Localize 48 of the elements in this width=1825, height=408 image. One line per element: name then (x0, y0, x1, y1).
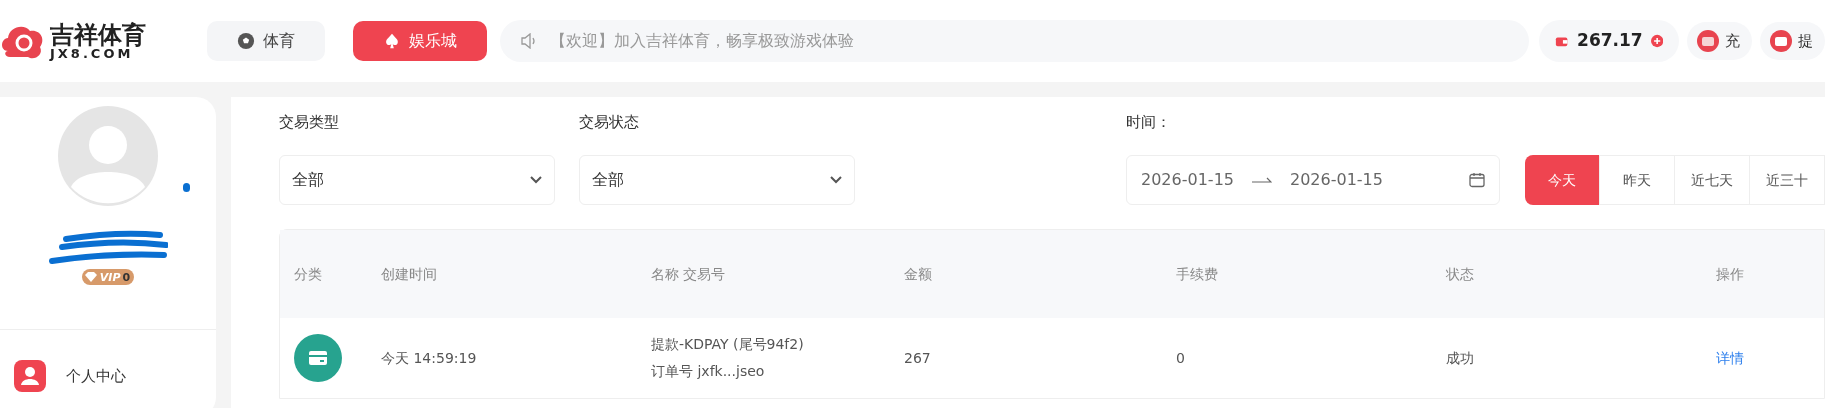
balance-amount: 267.17 (1577, 29, 1643, 53)
diamond-icon (83, 271, 98, 283)
date-preset-tab[interactable]: 今天 (1525, 155, 1600, 205)
card-icon (294, 334, 342, 382)
notice-text: 【欢迎】加入吉祥体育，畅享极致游戏体验 (549, 30, 854, 52)
column-header: 操作 (1716, 265, 1744, 282)
table-cell-text: 订单号 jxfk...jseo (651, 362, 766, 381)
column-header: 名称 交易号 (651, 265, 726, 282)
logo-title: 吉祥体育 (50, 22, 146, 47)
chevron-down-icon (830, 176, 842, 184)
date-preset-tab[interactable]: 昨天 (1600, 155, 1675, 205)
date-preset-tab[interactable]: 近七天 (1675, 155, 1750, 205)
filter-label: 交易状态 (579, 112, 640, 131)
filter-label: 交易类型 (279, 112, 340, 131)
column-header: 创建时间 (381, 265, 437, 282)
table-cell-text: 提款-KDPAY (尾号94f2) (651, 335, 805, 354)
chevron-down-icon (530, 176, 542, 184)
speaker-icon (519, 33, 538, 49)
wallet-icon (1770, 30, 1792, 52)
details-link[interactable]: 详情 (1716, 349, 1744, 366)
filter-label: 时间： (1126, 112, 1172, 131)
type-select[interactable]: 全部 (279, 155, 555, 205)
wallet-icon (1555, 34, 1570, 48)
table-cell: 0 (1176, 349, 1185, 366)
date-preset-tab[interactable]: 近三十 (1750, 155, 1825, 205)
nav-tab[interactable]: 体育 (206, 21, 325, 61)
deposit-button[interactable]: 充 (1687, 22, 1752, 60)
calendar-icon (1469, 172, 1485, 188)
table-cell: 267 (904, 349, 931, 366)
logo-subtitle: JX8.COM (50, 46, 134, 60)
person-icon (14, 360, 46, 392)
date-range-field[interactable]: 2026-01-15 2026-01-15 (1126, 155, 1500, 205)
nav-tab[interactable]: 娱乐城 (352, 21, 487, 61)
column-header: 手续费 (1176, 265, 1218, 282)
column-header: 状态 (1446, 265, 1474, 282)
wallet-icon (1697, 30, 1719, 52)
vip-level: 0 (122, 271, 131, 283)
vip-label: VIP (99, 271, 121, 283)
table-cell: 今天 14:59:19 (381, 349, 477, 366)
soccer-ball-icon (236, 32, 255, 50)
withdraw-button[interactable]: 提 (1760, 22, 1825, 60)
table-cell: 成功 (1446, 349, 1474, 366)
add-icon[interactable] (1650, 34, 1663, 48)
column-header: 金额 (904, 265, 932, 282)
column-header: 分类 (294, 265, 322, 282)
menu-item[interactable]: 个人中心 (0, 360, 216, 392)
status-select[interactable]: 全部 (579, 155, 855, 205)
avatar-icon (57, 105, 159, 207)
